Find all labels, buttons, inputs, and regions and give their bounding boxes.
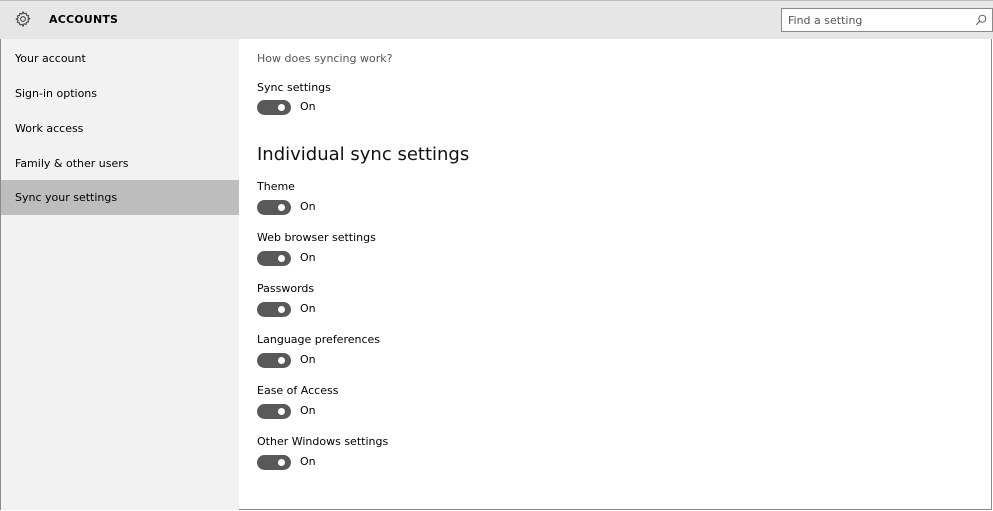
search-box[interactable] — [781, 8, 993, 32]
theme-toggle[interactable] — [257, 200, 291, 215]
language-preferences-toggle[interactable] — [257, 353, 291, 368]
sidebar-item-work-access[interactable]: Work access — [1, 111, 239, 146]
gear-icon — [15, 10, 31, 28]
theme-label: Theme — [257, 180, 295, 193]
sidebar-item-label: Your account — [15, 52, 86, 65]
section-title: Individual sync settings — [257, 144, 470, 165]
other-windows-settings-label: Other Windows settings — [257, 435, 389, 448]
toggle-state: On — [300, 251, 316, 264]
toggle-state: On — [300, 455, 316, 468]
ease-of-access-toggle[interactable] — [257, 404, 291, 419]
sidebar-item-family-other-users[interactable]: Family & other users — [1, 146, 239, 181]
toggle-state: On — [300, 100, 316, 113]
sidebar-item-label: Sync your settings — [15, 191, 118, 204]
ease-of-access-label: Ease of Access — [257, 384, 339, 397]
passwords-label: Passwords — [257, 282, 315, 295]
toggle-state: On — [300, 200, 316, 213]
toggle-state: On — [300, 404, 316, 417]
sidebar-item-label: Sign-in options — [15, 87, 98, 100]
toggle-knob — [278, 357, 285, 364]
help-link[interactable]: How does syncing work? — [257, 52, 392, 65]
sidebar-item-sign-in-options[interactable]: Sign-in options — [1, 76, 239, 111]
sidebar-item-label: Work access — [15, 122, 84, 135]
toggle-knob — [278, 255, 285, 262]
page-title: ACCOUNTS — [49, 13, 119, 26]
sidebar-item-label: Family & other users — [15, 157, 129, 170]
search-icon[interactable] — [974, 13, 988, 27]
sync-settings-toggle[interactable] — [257, 100, 291, 115]
sidebar: Your account Sign-in options Work access… — [0, 39, 239, 510]
language-preferences-label: Language preferences — [257, 333, 381, 346]
toggle-knob — [278, 306, 285, 313]
web-browser-settings-label: Web browser settings — [257, 231, 376, 244]
sync-settings-label: Sync settings — [257, 81, 331, 94]
toggle-state: On — [300, 353, 316, 366]
sidebar-item-sync-your-settings[interactable]: Sync your settings — [1, 180, 239, 215]
toggle-knob — [278, 204, 285, 211]
main-content: How does syncing work? Sync settings On … — [239, 39, 992, 510]
toggle-knob — [278, 459, 285, 466]
passwords-toggle[interactable] — [257, 302, 291, 317]
sidebar-item-your-account[interactable]: Your account — [1, 41, 239, 76]
other-windows-settings-toggle[interactable] — [257, 455, 291, 470]
header: ACCOUNTS — [0, 0, 993, 39]
web-browser-settings-toggle[interactable] — [257, 251, 291, 266]
toggle-knob — [278, 408, 285, 415]
search-input[interactable] — [788, 12, 963, 28]
toggle-state: On — [300, 302, 316, 315]
toggle-knob — [278, 104, 285, 111]
